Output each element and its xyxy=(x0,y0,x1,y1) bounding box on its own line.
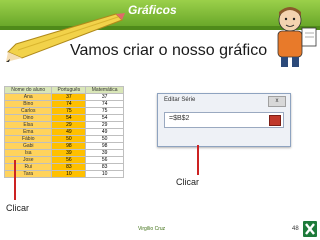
cell-matematica[interactable]: 98 xyxy=(85,142,124,150)
column-header-matematica[interactable]: Matemática xyxy=(85,86,124,94)
cell-portugues[interactable]: 54 xyxy=(51,114,87,122)
cell-portugues[interactable]: 39 xyxy=(51,149,87,157)
mascot-icon xyxy=(277,7,317,67)
cell-name[interactable]: Fábio xyxy=(3,135,53,143)
table-row: Tara 10 10 xyxy=(3,170,124,178)
table-row: Dino 54 54 xyxy=(3,114,124,122)
right-click-label: Clicar xyxy=(176,177,200,187)
cell-portugues[interactable]: 98 xyxy=(51,142,87,150)
table-row: Gabi 98 98 xyxy=(3,142,124,150)
cell-matematica[interactable]: 39 xyxy=(85,149,124,157)
author-name: Virgílio Cruz xyxy=(138,226,166,232)
table-row: Fábio 50 50 xyxy=(3,135,124,143)
cell-matematica[interactable]: 37 xyxy=(85,93,124,101)
page-subtitle: Vamos criar o nosso gráfico xyxy=(70,42,268,59)
cell-portugues[interactable]: 74 xyxy=(51,100,87,108)
cell-portugues[interactable]: 37 xyxy=(51,93,87,101)
table-row: Carlos 75 75 xyxy=(3,107,124,115)
page-number: 48 xyxy=(292,226,299,232)
series-values-input[interactable]: =$B$2 xyxy=(164,112,284,128)
cell-name[interactable]: Rui xyxy=(3,163,53,171)
table-row: Elsa 29 29 xyxy=(3,121,124,129)
header-title: Gráficos xyxy=(128,3,177,17)
table-row: Ema 49 49 xyxy=(3,128,124,136)
cell-matematica[interactable]: 50 xyxy=(85,135,124,143)
cell-matematica[interactable]: 10 xyxy=(85,170,124,178)
column-header-name[interactable]: Nome do aluno xyxy=(3,86,53,94)
cell-name[interactable]: Tara xyxy=(3,170,53,178)
collapse-dialog-icon[interactable] xyxy=(269,115,281,126)
cell-matematica[interactable]: 49 xyxy=(85,128,124,136)
dialog-title: Editar Série xyxy=(164,97,196,103)
student-grades-table: Nome do aluno Português Matemática Ana 37… xyxy=(3,86,124,178)
table-row: Rui 83 83 xyxy=(3,163,124,171)
cell-name[interactable]: Elsa xyxy=(3,121,53,129)
cell-name[interactable]: Bino xyxy=(3,100,53,108)
cell-name[interactable]: Isa xyxy=(3,149,53,157)
table-row: Bino 74 74 xyxy=(3,100,124,108)
cell-portugues[interactable]: 75 xyxy=(51,107,87,115)
excel-logo-icon xyxy=(303,221,317,237)
table-row: Jose 56 56 xyxy=(3,156,124,164)
cell-name[interactable]: Ana xyxy=(3,93,53,101)
cell-name[interactable]: Jose xyxy=(3,156,53,164)
cell-name[interactable]: Ema xyxy=(3,128,53,136)
cell-matematica[interactable]: 54 xyxy=(85,114,124,122)
cell-matematica[interactable]: 74 xyxy=(85,100,124,108)
cell-portugues[interactable]: 83 xyxy=(51,163,87,171)
right-click-pointer-line xyxy=(197,145,199,175)
cell-portugues[interactable]: 10 xyxy=(51,170,87,178)
cell-matematica[interactable]: 29 xyxy=(85,121,124,129)
cell-name[interactable]: Gabi xyxy=(3,142,53,150)
cell-matematica[interactable]: 75 xyxy=(85,107,124,115)
cell-portugues[interactable]: 29 xyxy=(51,121,87,129)
cell-portugues[interactable]: 49 xyxy=(51,128,87,136)
table-row: Isa 39 39 xyxy=(3,149,124,157)
left-click-label: Clicar xyxy=(6,203,30,213)
column-header-portugues[interactable]: Português xyxy=(51,86,87,94)
close-button[interactable]: x xyxy=(268,96,286,107)
cell-name[interactable]: Carlos xyxy=(3,107,53,115)
left-click-pointer-line xyxy=(14,160,16,200)
series-values-text: =$B$2 xyxy=(169,115,190,122)
cell-matematica[interactable]: 56 xyxy=(85,156,124,164)
cell-name[interactable]: Dino xyxy=(3,114,53,122)
cell-matematica[interactable]: 83 xyxy=(85,163,124,171)
table-header-row: Nome do aluno Português Matemática xyxy=(3,86,124,94)
cell-portugues[interactable]: 56 xyxy=(51,156,87,164)
cell-portugues[interactable]: 50 xyxy=(51,135,87,143)
table-row: Ana 37 37 xyxy=(3,93,124,101)
edit-series-dialog: Editar Série x =$B$2 xyxy=(157,93,291,147)
